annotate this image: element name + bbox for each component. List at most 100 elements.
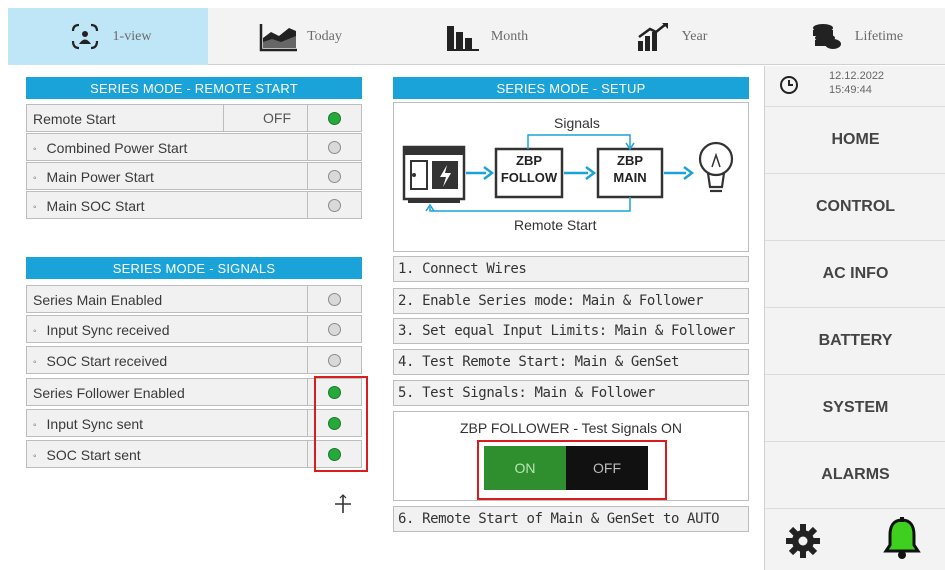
soc-start-received-label: SOC Start received [33, 347, 168, 375]
nav-battery-label: BATTERY [818, 331, 893, 349]
setup-panel-header: SERIES MODE - SETUP [393, 77, 749, 99]
remote-start-led [328, 112, 341, 125]
soc-start-received-led-cell [307, 346, 362, 374]
tab-year[interactable]: Year [578, 8, 763, 65]
nav-control[interactable]: CONTROL [765, 173, 945, 239]
input-sync-sent-row: Input Sync sent [26, 409, 362, 437]
nav-alarms[interactable]: ALARMS [765, 441, 945, 507]
tab-lifetime-label: Lifetime [854, 28, 904, 44]
nav-ac-info-label: AC INFO [822, 264, 889, 282]
follower-leds-highlight [314, 376, 368, 472]
remote-start-label: Remote Start [33, 111, 116, 127]
clock-date: 12.12.2022 [829, 70, 885, 82]
series-follower-enabled-row: Series Follower Enabled [26, 378, 362, 406]
remote-start-panel-header: SERIES MODE - REMOTE START [26, 77, 362, 99]
remote-start-row: Remote Start OFF [26, 104, 362, 132]
zbp-main-line2: MAIN [613, 170, 647, 185]
setup-step-3: 3. Set equal Input Limits: Main & Follow… [393, 318, 749, 344]
remote-start-panel-title: SERIES MODE - REMOTE START [90, 80, 298, 96]
setup-panel-title: SERIES MODE - SETUP [496, 80, 646, 96]
move-cursor-icon [334, 494, 352, 519]
nav-home-label: HOME [831, 130, 880, 148]
light-bulb-icon [698, 141, 734, 193]
tab-lifetime[interactable]: Lifetime [765, 8, 945, 65]
combined-power-start-label: Combined Power Start [33, 134, 188, 162]
signals-panel-header: SERIES MODE - SIGNALS [26, 257, 362, 279]
setup-step-2-text: 2. Enable Series mode: Main & Follower [398, 293, 704, 309]
tab-today[interactable]: Today [208, 8, 393, 65]
remote-start-diagram-label: Remote Start [514, 217, 597, 233]
main-soc-start-row: Main SOC Start [26, 191, 362, 219]
right-nav: 12.12.2022 15:49:44 HOME CONTROL AC INFO… [764, 66, 945, 570]
dashboard-icon [65, 20, 105, 54]
combined-power-start-row: Combined Power Start [26, 133, 362, 161]
nav-system[interactable]: SYSTEM [765, 374, 945, 440]
zbp-follow-line2: FOLLOW [500, 170, 558, 185]
setup-step-1-text: 1. Connect Wires [398, 261, 527, 277]
main-power-start-led-cell [307, 162, 362, 190]
combined-power-start-led [328, 141, 341, 154]
clock-area: 12.12.2022 15:49:44 [765, 66, 945, 106]
setup-step-5-text: 5. Test Signals: Main & Follower [398, 385, 655, 401]
main-soc-start-led [328, 199, 341, 212]
clock-icon [779, 75, 799, 100]
input-sync-received-led [328, 323, 341, 336]
setup-step-2: 2. Enable Series mode: Main & Follower [393, 288, 749, 314]
nav-home[interactable]: HOME [765, 106, 945, 172]
tab-1-view-label: 1-view [112, 28, 152, 44]
soc-start-received-row: SOC Start received [26, 346, 362, 374]
main-power-start-label: Main Power Start [33, 163, 154, 191]
input-sync-received-row: Input Sync received [26, 315, 362, 343]
signals-label: Signals [554, 115, 600, 131]
tab-month[interactable]: Month [393, 8, 578, 65]
main-power-start-row: Main Power Start [26, 162, 362, 190]
clock-time: 15:49:44 [829, 84, 872, 96]
nav-ac-info[interactable]: AC INFO [765, 240, 945, 306]
series-main-enabled-led [328, 293, 341, 306]
area-chart-icon [259, 20, 299, 54]
tab-1-view[interactable]: 1-view [8, 8, 208, 65]
nav-battery[interactable]: BATTERY [765, 307, 945, 373]
nav-alarms-label: ALARMS [821, 465, 890, 483]
series-main-enabled-row: Series Main Enabled [26, 285, 362, 313]
setup-step-4: 4. Test Remote Start: Main & GenSet [393, 349, 749, 375]
zbp-main-line1: ZBP [617, 153, 643, 168]
soc-start-sent-label: SOC Start sent [33, 441, 141, 469]
soc-start-sent-row: SOC Start sent [26, 440, 362, 468]
tab-month-label: Month [490, 28, 529, 44]
input-sync-received-label: Input Sync received [33, 316, 170, 344]
toggle-highlight [477, 440, 667, 500]
signals-panel-title: SERIES MODE - SIGNALS [112, 260, 276, 276]
bottom-icons [765, 508, 945, 570]
main-soc-start-led-cell [307, 191, 362, 219]
soc-start-received-led [328, 354, 341, 367]
test-signals-label: ZBP FOLLOWER - Test Signals ON [460, 420, 682, 436]
setup-step-1: 1. Connect Wires [393, 256, 749, 282]
setup-step-6-text: 6. Remote Start of Main & GenSet to AUTO [398, 511, 720, 527]
nav-system-label: SYSTEM [822, 398, 889, 416]
combined-power-start-led-cell [307, 133, 362, 161]
main-soc-start-label: Main SOC Start [33, 192, 145, 220]
tab-year-label: Year [681, 28, 708, 44]
input-sync-sent-label: Input Sync sent [33, 410, 144, 438]
top-tab-bar: 1-view Today Month Year Lifetime [8, 8, 945, 65]
inverter-icon [402, 145, 466, 203]
series-main-enabled-label: Series Main Enabled [33, 292, 163, 308]
setup-diagram: Signals ZBP FOLLOW ZBP MAIN Remote Start [393, 102, 749, 252]
setup-step-5: 5. Test Signals: Main & Follower [393, 380, 749, 406]
zbp-follow-line1: ZBP [516, 153, 542, 168]
remote-start-led-cell [307, 104, 362, 132]
series-main-enabled-led-cell [307, 285, 362, 313]
tab-today-label: Today [307, 28, 342, 44]
series-follower-enabled-label: Series Follower Enabled [33, 385, 185, 401]
setup-step-3-text: 3. Set equal Input Limits: Main & Follow… [398, 323, 736, 339]
trend-chart-icon [634, 20, 674, 54]
bell-icon[interactable] [883, 517, 921, 566]
main-power-start-led [328, 170, 341, 183]
gear-icon[interactable] [785, 523, 821, 564]
nav-control-label: CONTROL [815, 197, 896, 215]
input-sync-received-led-cell [307, 315, 362, 343]
bar-chart-icon [443, 20, 483, 54]
setup-step-6: 6. Remote Start of Main & GenSet to AUTO [393, 506, 749, 532]
stack-icon [807, 20, 847, 54]
